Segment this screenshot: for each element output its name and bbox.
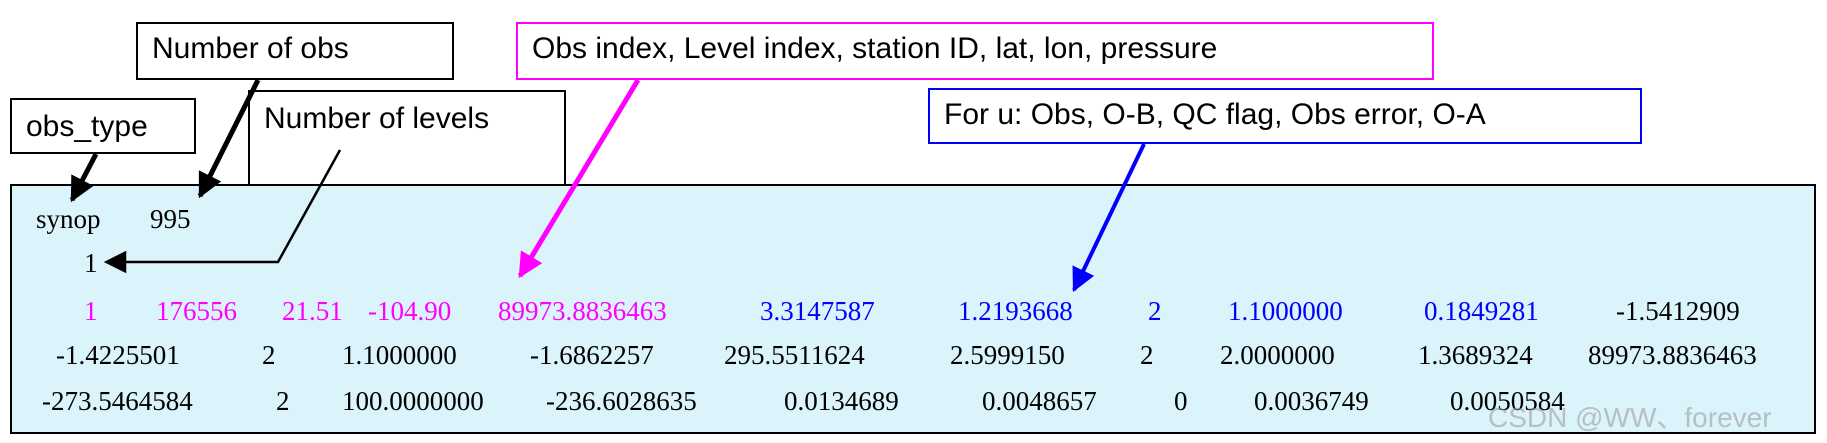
obs-index-arrow (517, 78, 641, 279)
obs-type-arrow (69, 152, 99, 203)
for-u-arrow (1072, 143, 1146, 293)
number-of-levels-arrow (103, 149, 342, 274)
number-of-obs-arrow (197, 78, 261, 199)
annotation-arrows (69, 78, 1146, 293)
